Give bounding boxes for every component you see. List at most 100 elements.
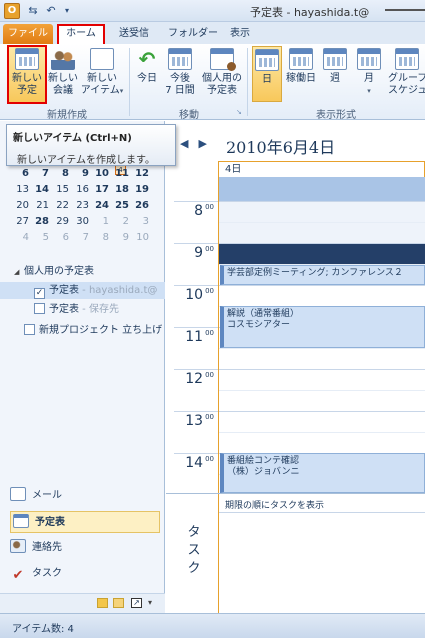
mini-calendar-day[interactable]: 10 <box>132 231 149 245</box>
today-button[interactable]: ↶ 今日 <box>133 46 161 102</box>
nav-calendar[interactable]: 予定表 <box>10 511 160 533</box>
title-redaction <box>385 9 425 11</box>
mini-calendar-day[interactable]: 18 <box>112 183 129 197</box>
nav-contacts[interactable]: 連絡先 <box>10 537 160 559</box>
project-calendar-checkbox[interactable] <box>24 324 35 335</box>
qat-dropdown-icon[interactable]: ▾ <box>60 4 74 18</box>
mini-calendar-day[interactable]: 20 <box>12 199 29 213</box>
mini-calendar-day[interactable]: 21 <box>32 199 49 213</box>
mini-calendar-day[interactable]: 24 <box>92 199 109 213</box>
appointment[interactable]: 学芸部定例ミーティング; カンファレンス２ <box>220 265 425 285</box>
mini-calendar-day[interactable]: 3 <box>132 215 149 229</box>
project-calendar-item[interactable]: 新規プロジェクト 立ち上げ <box>0 322 165 339</box>
mini-calendar-day[interactable]: 6 <box>52 231 69 245</box>
dialog-launcher-icon[interactable]: ↘ <box>236 108 242 116</box>
notes-icon[interactable] <box>97 598 108 608</box>
day-grid[interactable]: 学芸部定例ミーティング; カンファレンス２ 解説（通常番組） コスモシアター 番… <box>218 201 425 493</box>
mini-calendar-day[interactable]: 8 <box>92 231 109 245</box>
mini-calendar-day[interactable]: 16 <box>72 183 89 197</box>
mini-calendar-day[interactable]: 4 <box>12 231 29 245</box>
mini-calendar-day[interactable]: 28 <box>32 215 49 229</box>
mini-calendar-day[interactable]: 14 <box>32 183 49 197</box>
view-group-schedule-button[interactable]: グループ スケジュー <box>388 46 425 102</box>
mini-calendar-day[interactable]: 30 <box>72 215 89 229</box>
tooltip: 新しいアイテム (Ctrl+N) 新しいアイテムを作成します。 <box>6 124 176 166</box>
previous-day-icon[interactable]: ◀ <box>180 137 198 150</box>
tab-view[interactable]: 表示 <box>226 24 254 44</box>
mini-calendar-day[interactable]: 25 <box>112 199 129 213</box>
mini-calendar-day[interactable]: 19 <box>132 183 149 197</box>
next-day-icon[interactable]: ▶ <box>198 137 216 150</box>
shortcuts-icon[interactable]: ↗ <box>131 598 142 608</box>
calendar-archive-checkbox[interactable] <box>34 303 45 314</box>
mini-calendar-day[interactable]: 2 <box>112 215 129 229</box>
nav-mail[interactable]: メール <box>10 485 160 507</box>
go-today-arrow-icon: ↶ <box>138 47 156 71</box>
view-workweek-button[interactable]: 稼働日 <box>284 46 318 102</box>
new-appointment-label1: 新しい <box>12 73 42 84</box>
tab-file[interactable]: ファイル <box>3 24 53 44</box>
project-calendar-label: 新規プロジェクト 立ち上げ <box>39 325 163 336</box>
tab-send-receive[interactable]: 送受信 <box>108 24 160 44</box>
folder-icon[interactable] <box>113 598 124 608</box>
calendar-archive-item[interactable]: 予定表 - 保存先 <box>0 301 165 318</box>
nav-shortcuts-bar: ↗ ▾ <box>0 593 165 613</box>
tab-folder[interactable]: フォルダー <box>162 24 224 44</box>
mini-calendar-day[interactable]: 10 <box>92 167 109 181</box>
new-appointment-button[interactable]: 新しい 予定 <box>8 46 46 102</box>
mini-calendar-day[interactable]: 9 <box>72 167 89 181</box>
tab-home[interactable]: ホーム <box>57 24 105 44</box>
new-items-button[interactable]: 新しい アイテム▾ <box>80 46 124 102</box>
all-day-event-area[interactable] <box>218 177 425 201</box>
mini-calendar-day[interactable]: 13 <box>12 183 29 197</box>
collapse-triangle-icon[interactable]: ◢ <box>14 264 24 280</box>
group-move-label: 移動 <box>179 110 199 121</box>
meeting-icon <box>51 48 75 70</box>
send-receive-icon[interactable]: ⇆ <box>26 4 40 18</box>
hour-label: 11 00 <box>166 329 214 345</box>
appointment[interactable]: 解説（通常番組） コスモシアター <box>220 306 425 348</box>
day-column-header[interactable]: 4日 <box>218 161 425 177</box>
mini-calendar-day[interactable]: 11 <box>112 167 129 181</box>
mini-calendar-day[interactable]: 15 <box>52 183 69 197</box>
configure-buttons-icon[interactable]: ▾ <box>148 598 159 608</box>
mini-calendar-day[interactable]: 22 <box>52 199 69 213</box>
current-time-bar <box>219 244 425 264</box>
status-bar: アイテム数: 4 <box>0 613 425 638</box>
minute-suffix: 00 <box>205 245 214 253</box>
mini-calendar-day[interactable]: 29 <box>52 215 69 229</box>
calendar-checkbox[interactable]: ✓ <box>34 288 45 299</box>
window-title: 予定表 - hayashida.t@ <box>250 6 370 19</box>
mini-calendar-day[interactable]: 9 <box>112 231 129 245</box>
view-month-button[interactable]: 月 ▾ <box>354 46 384 102</box>
undo-icon[interactable]: ↶ <box>44 4 58 18</box>
view-day-button[interactable]: 日 <box>252 46 282 102</box>
tasks-box[interactable]: 期限の順にタスクを表示 <box>218 494 425 614</box>
nav-tasks[interactable]: ✔ タスク <box>10 563 160 585</box>
mini-calendar-day[interactable]: 8 <box>52 167 69 181</box>
mini-calendar-day[interactable]: 26 <box>132 199 149 213</box>
next-7-days-button[interactable]: 今後 7 日間 <box>162 46 198 102</box>
mini-calendar-day[interactable]: 12 <box>132 167 149 181</box>
next-7-days-label2: 7 日間 <box>165 85 195 96</box>
grid-line <box>219 369 425 370</box>
calendar-folder-item[interactable]: ✓ 予定表 - hayashida.t@ <box>0 282 165 299</box>
my-calendars-group[interactable]: ◢ 個人用の予定表 <box>0 263 165 280</box>
appointment[interactable]: 番組絵コンテ確認 （株）ジョバンニ <box>220 453 425 493</box>
hour-label: 13 00 <box>166 413 214 429</box>
group-schedule-label1: グループ <box>388 73 425 84</box>
outlook-icon[interactable]: O <box>4 3 20 19</box>
mini-calendar-day[interactable]: 23 <box>72 199 89 213</box>
mini-calendar-day[interactable]: 17 <box>92 183 109 197</box>
mini-calendar-day[interactable]: 7 <box>32 167 49 181</box>
view-week-button[interactable]: 週 <box>320 46 350 102</box>
personal-calendar-button[interactable]: 個人用の 予定表 <box>199 46 245 102</box>
dropdown-arrow-icon: ▾ <box>119 87 124 95</box>
mini-calendar-day[interactable]: 1 <box>92 215 109 229</box>
mini-calendar-day[interactable]: 5 <box>32 231 49 245</box>
new-meeting-button[interactable]: 新しい 会議 <box>48 46 78 102</box>
mini-calendar-day[interactable]: 7 <box>72 231 89 245</box>
mini-calendar-day[interactable]: 6 <box>12 167 29 181</box>
minute-suffix: 00 <box>205 329 214 337</box>
mini-calendar-day[interactable]: 27 <box>12 215 29 229</box>
